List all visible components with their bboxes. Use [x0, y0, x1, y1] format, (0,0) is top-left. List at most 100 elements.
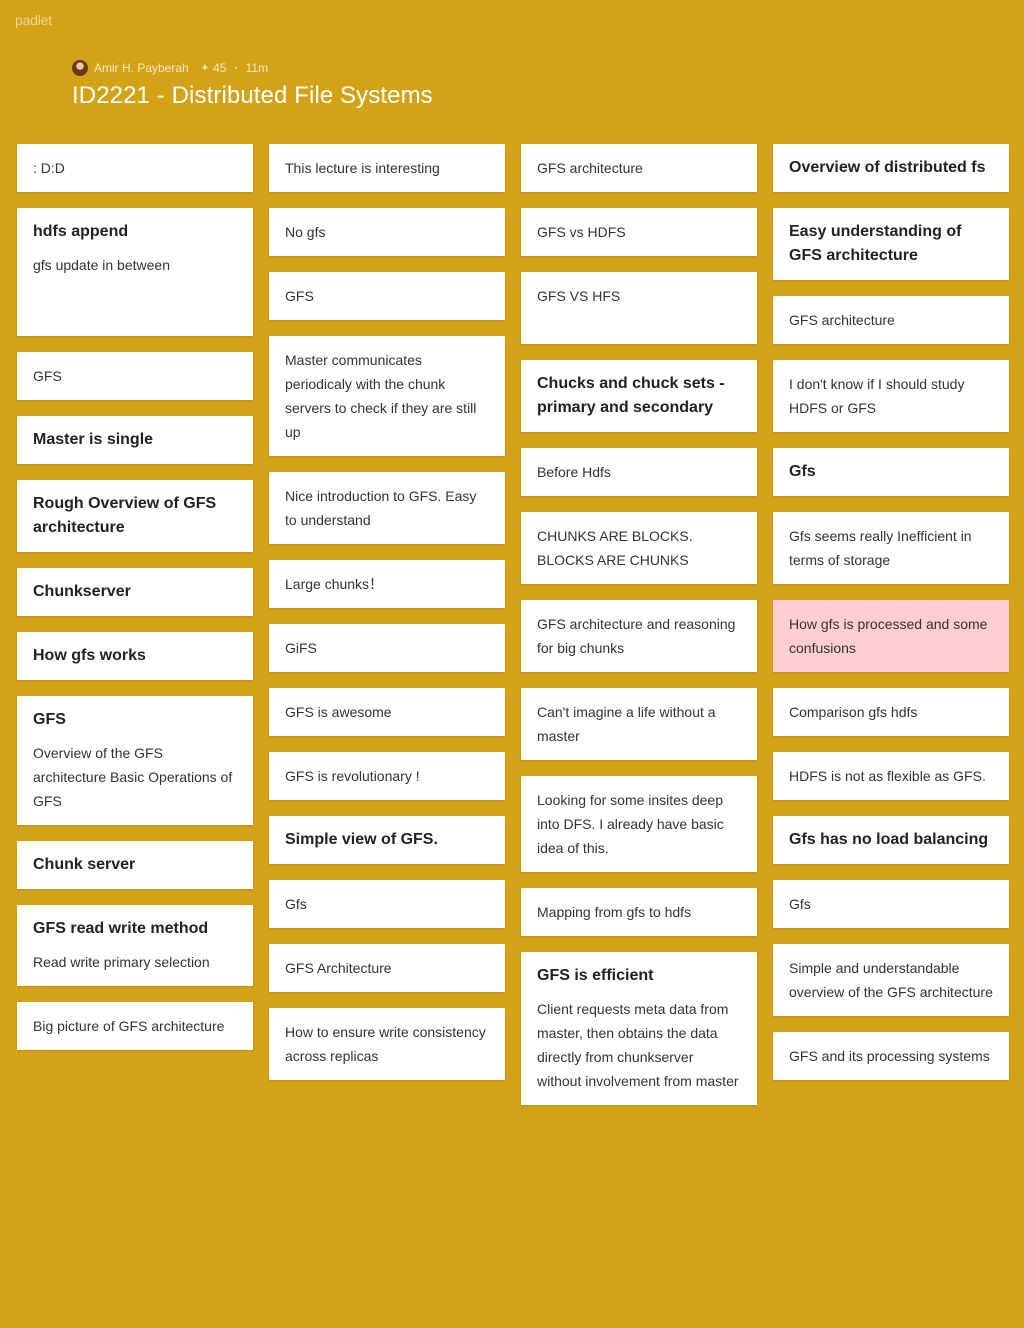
post-body: Before Hdfs [537, 464, 611, 480]
post-body: Overview of the GFS architecture Basic O… [33, 745, 233, 809]
padlet-logo[interactable]: padlet [15, 12, 52, 28]
post-title: GFS read write method [33, 920, 209, 937]
post-card[interactable]: : D:D [17, 144, 253, 192]
post-body: Master communicates periodicaly with the… [285, 352, 477, 440]
wall-header: Amir H. Payberah ✦ 45 • 11m ID2221 - Dis… [72, 60, 433, 110]
post-card[interactable]: Easy understanding of GFS architecture [773, 208, 1009, 280]
post-card[interactable]: I don't know if I should study HDFS or G… [773, 360, 1009, 432]
author-name[interactable]: Amir H. Payberah [94, 61, 189, 75]
post-card[interactable]: Nice introduction to GFS. Easy to unders… [269, 472, 505, 544]
post-card[interactable]: HDFS is not as flexible as GFS. [773, 752, 1009, 800]
likes-count: 45 [213, 61, 227, 75]
post-card[interactable]: Gfs has no load balancing [773, 816, 1009, 864]
author-avatar[interactable] [72, 60, 88, 76]
post-title: Chucks and chuck sets - primary and seco… [537, 375, 725, 416]
post-title: GFS is efficient [537, 967, 654, 984]
post-body: Gfs [285, 896, 307, 912]
post-body: GFS is awesome [285, 704, 392, 720]
post-body: Gfs seems really Inefficient in terms of… [789, 528, 972, 568]
post-card[interactable]: GFS and its processing systems [773, 1032, 1009, 1080]
post-card[interactable]: Gfs seems really Inefficient in terms of… [773, 512, 1009, 584]
post-card[interactable]: Chunk server [17, 841, 253, 889]
post-body: Big picture of GFS architecture [33, 1018, 225, 1034]
post-body: Read write primary selection [33, 954, 210, 970]
post-body: I don't know if I should study HDFS or G… [789, 376, 965, 416]
post-title: Chunk server [33, 856, 136, 873]
post-body: GFS vs HDFS [537, 224, 626, 240]
post-body: GFS architecture and reasoning for big c… [537, 616, 736, 656]
post-card[interactable]: Gfs [773, 448, 1009, 496]
post-card[interactable]: Gfs [773, 880, 1009, 928]
post-card[interactable]: Mapping from gfs to hdfs [521, 888, 757, 936]
post-card[interactable]: GFS architecture [521, 144, 757, 192]
post-body: Client requests meta data from master, t… [537, 1001, 739, 1089]
post-body: Simple and understandable overview of th… [789, 960, 993, 1000]
post-card[interactable]: Big picture of GFS architecture [17, 1002, 253, 1050]
post-card[interactable]: GFS Architecture [269, 944, 505, 992]
post-card[interactable]: Comparison gfs hdfs [773, 688, 1009, 736]
post-card[interactable]: Master is single [17, 416, 253, 464]
post-column: : D:D hdfs append gfs update in between GFS… [17, 144, 253, 1105]
plus-icon: ✦ [200, 62, 210, 74]
post-card[interactable]: How gfs is processed and some confusions [773, 600, 1009, 672]
post-card[interactable]: GFS Overview of the GFS architecture Basi… [17, 696, 253, 825]
post-card[interactable]: Simple and understandable overview of th… [773, 944, 1009, 1016]
post-card[interactable]: GFS is awesome [269, 688, 505, 736]
separator-dot: • [234, 63, 238, 73]
post-body: HDFS is not as flexible as GFS. [789, 768, 986, 784]
post-card[interactable]: GFS vs HDFS [521, 208, 757, 256]
post-card[interactable]: hdfs append gfs update in between [17, 208, 253, 336]
post-card[interactable]: Rough Overview of GFS architecture [17, 480, 253, 552]
post-body: GFS and its processing systems [789, 1048, 990, 1064]
post-body: Large chunks！ [285, 576, 384, 592]
post-body: GFS Architecture [285, 960, 392, 976]
post-title: Easy understanding of GFS architecture [789, 223, 962, 264]
post-card[interactable]: How gfs works [17, 632, 253, 680]
post-title: Gfs [789, 463, 816, 480]
post-column: Overview of distributed fs Easy understan… [773, 144, 1009, 1105]
post-card[interactable]: GiFS [269, 624, 505, 672]
post-body: GFS VS HFS [537, 288, 621, 304]
post-body: GFS architecture [537, 160, 643, 176]
post-card[interactable]: Overview of distributed fs [773, 144, 1009, 192]
post-body: GiFS [285, 640, 317, 656]
post-title: How gfs works [33, 647, 146, 664]
post-body: GFS architecture [789, 312, 895, 328]
post-card[interactable]: GFS architecture and reasoning for big c… [521, 600, 757, 672]
post-title: Chunkserver [33, 583, 131, 600]
post-card[interactable]: Can't imagine a life without a master [521, 688, 757, 760]
post-body: CHUNKS ARE BLOCKS. BLOCKS ARE CHUNKS [537, 528, 693, 568]
post-card[interactable]: Gfs [269, 880, 505, 928]
post-card[interactable]: GFS VS HFS [521, 272, 757, 344]
page-title: ID2221 - Distributed File Systems [72, 82, 433, 109]
post-body: Nice introduction to GFS. Easy to unders… [285, 488, 477, 528]
post-card[interactable]: GFS [269, 272, 505, 320]
post-body: : D:D [33, 160, 65, 176]
post-card[interactable]: Chunkserver [17, 568, 253, 616]
post-card[interactable]: GFS [17, 352, 253, 400]
post-card[interactable]: GFS read write method Read write primary … [17, 905, 253, 986]
post-column: GFS architecture GFS vs HDFS GFS VS HFS Chu… [521, 144, 757, 1105]
post-card[interactable]: Looking for some insites deep into DFS. … [521, 776, 757, 872]
post-title: Overview of distributed fs [789, 159, 986, 176]
post-title: Gfs has no load balancing [789, 831, 989, 848]
post-body: GFS [33, 368, 62, 384]
post-card[interactable]: This lecture is interesting [269, 144, 505, 192]
post-card[interactable]: How to ensure write consistency across r… [269, 1008, 505, 1080]
post-body: gfs update in between [33, 257, 170, 273]
post-card[interactable]: CHUNKS ARE BLOCKS. BLOCKS ARE CHUNKS [521, 512, 757, 584]
post-card[interactable]: GFS is revolutionary ! [269, 752, 505, 800]
post-card[interactable]: Large chunks！ [269, 560, 505, 608]
post-card[interactable]: Before Hdfs [521, 448, 757, 496]
post-card[interactable]: Simple view of GFS. [269, 816, 505, 864]
post-card[interactable]: Chucks and chuck sets - primary and seco… [521, 360, 757, 432]
post-card[interactable]: GFS is efficient Client requests meta dat… [521, 952, 757, 1105]
post-body: Comparison gfs hdfs [789, 704, 918, 720]
post-card[interactable]: Master communicates periodicaly with the… [269, 336, 505, 456]
post-body: Looking for some insites deep into DFS. … [537, 792, 724, 856]
post-card[interactable]: GFS architecture [773, 296, 1009, 344]
post-body: Can't imagine a life without a master [537, 704, 716, 744]
post-card[interactable]: No gfs [269, 208, 505, 256]
post-body: No gfs [285, 224, 326, 240]
post-title: hdfs append [33, 223, 129, 240]
